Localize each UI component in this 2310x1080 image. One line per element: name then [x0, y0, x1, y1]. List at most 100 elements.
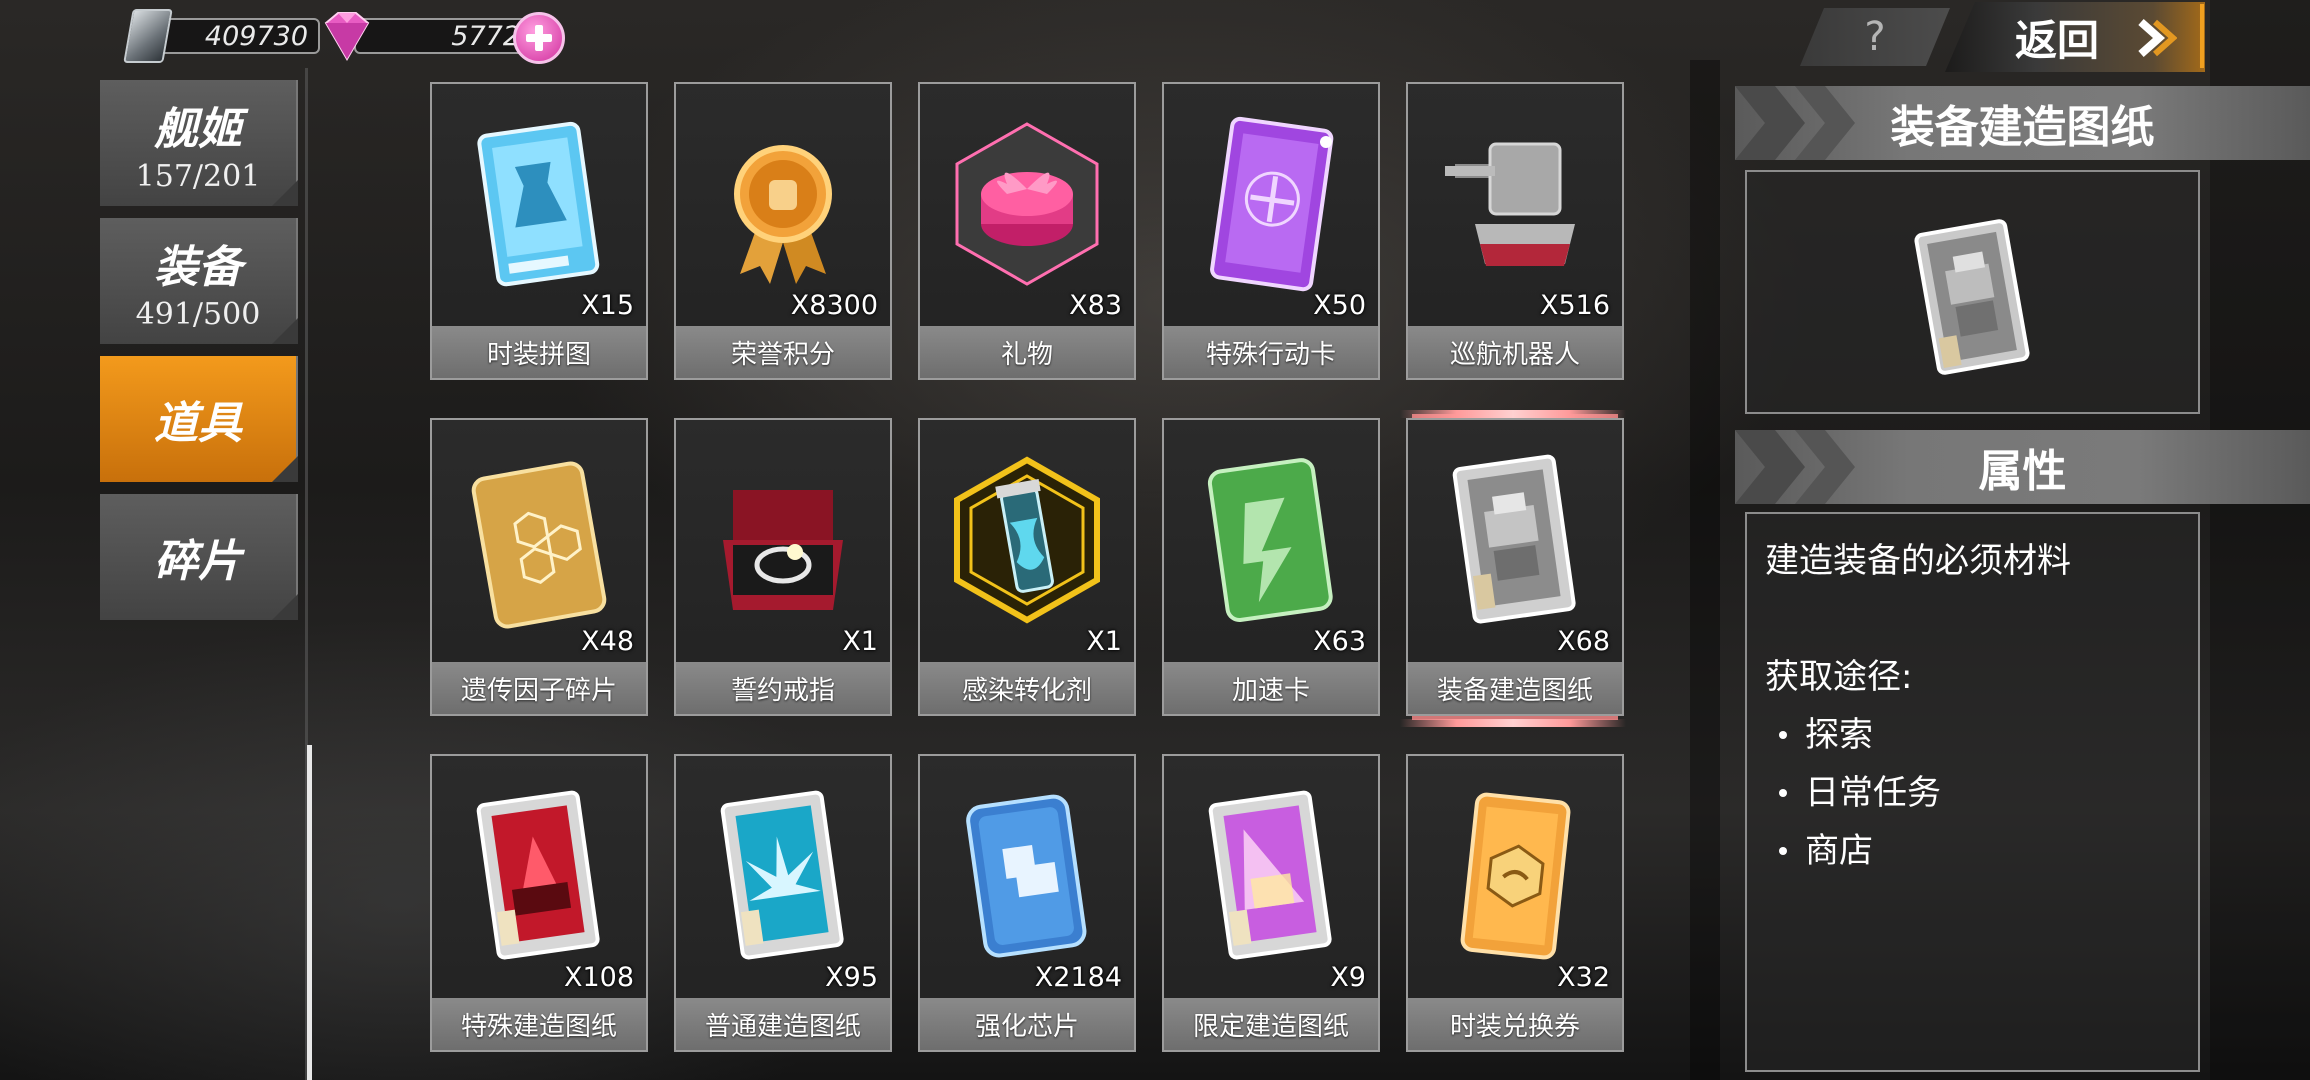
- item-quantity: X1: [1086, 626, 1122, 657]
- limited-blueprint-icon: [1208, 790, 1332, 960]
- detail-item-icon: [1902, 212, 2042, 386]
- item-art: [920, 420, 1134, 660]
- item-tile[interactable]: X32 时装兑换券: [1406, 754, 1624, 1052]
- cruise-robot-turret-icon: [1445, 142, 1575, 266]
- item-quantity: X95: [825, 962, 878, 993]
- bullet-icon: [1779, 789, 1787, 797]
- speedup-card-icon: [1207, 458, 1333, 623]
- costume-voucher-icon: [1460, 792, 1571, 960]
- tab-body: 碎片: [100, 494, 298, 620]
- item-tile[interactable]: X1 感染转化剂: [918, 418, 1136, 716]
- tab-count: 157/201: [135, 158, 261, 194]
- back-button-edge: [2200, 4, 2204, 68]
- source-item: 日常任务: [1765, 764, 2071, 822]
- item-quantity: X48: [581, 626, 634, 657]
- tab-label: 道具: [154, 398, 242, 449]
- special-operation-card-icon: [1210, 116, 1334, 292]
- item-name: 誓约戒指: [676, 662, 890, 714]
- item-name: 巡航机器人: [1408, 326, 1622, 378]
- item-art: [1408, 84, 1622, 324]
- item-art: [1408, 756, 1622, 996]
- item-name: 限定建造图纸: [1164, 998, 1378, 1050]
- item-tile[interactable]: X1 誓约戒指: [674, 418, 892, 716]
- tab-left-edge: [0, 80, 100, 206]
- item-art: [920, 756, 1134, 996]
- item-tile[interactable]: X68 装备建造图纸: [1406, 418, 1624, 716]
- tab-label: 舰姬: [154, 103, 242, 155]
- item-tile[interactable]: X15 时装拼图: [430, 82, 648, 380]
- item-art: [432, 756, 646, 996]
- item-art: [676, 84, 890, 324]
- tab-2[interactable]: 道具: [0, 356, 298, 482]
- item-art: [432, 420, 646, 660]
- fuel-icon: [123, 9, 173, 63]
- top-bar: 409730 5772 ? 返回: [0, 0, 2310, 72]
- bg-pillar-right: [2210, 0, 2310, 1080]
- item-tile[interactable]: X108 特殊建造图纸: [430, 754, 648, 1052]
- attribute-text: 建造装备的必须材料 获取途径: 探索 日常任务 商店: [1765, 532, 2071, 880]
- help-button[interactable]: ?: [1800, 8, 1950, 66]
- item-name: 时装兑换券: [1408, 998, 1622, 1050]
- item-tile[interactable]: X63 加速卡: [1162, 418, 1380, 716]
- item-tile[interactable]: X2184 强化芯片: [918, 754, 1136, 1052]
- tab-corner: [272, 594, 298, 620]
- item-quantity: X83: [1069, 290, 1122, 321]
- item-art: [676, 756, 890, 996]
- attribute-title: 属性: [1978, 446, 2067, 497]
- tab-corner: [272, 180, 298, 206]
- fuel-resource: 409730: [123, 9, 320, 63]
- item-tile[interactable]: X516 巡航机器人: [1406, 82, 1624, 380]
- bullet-icon: [1779, 731, 1787, 739]
- attribute-title-bar: 属性: [1735, 430, 2310, 504]
- item-quantity: X32: [1557, 962, 1610, 993]
- source-text: 日常任务: [1805, 773, 1941, 813]
- gem-icon: [324, 12, 370, 61]
- tab-body: 道具: [100, 356, 298, 482]
- item-name: 礼物: [920, 326, 1134, 378]
- item-quantity: X50: [1313, 290, 1366, 321]
- item-quantity: X9: [1330, 962, 1366, 993]
- gem-value: 5772: [354, 18, 532, 54]
- source-list: 探索日常任务商店: [1765, 706, 2071, 880]
- item-tile[interactable]: X83 礼物: [918, 82, 1136, 380]
- tab-body: 舰姬 157/201: [100, 80, 298, 206]
- item-name: 强化芯片: [920, 998, 1134, 1050]
- equipment-blueprint-icon: [1452, 454, 1576, 624]
- tab-3[interactable]: 碎片: [100, 494, 298, 620]
- costume-puzzle-card-icon: [477, 121, 600, 287]
- tab-0[interactable]: 舰姬 157/201: [0, 80, 298, 206]
- item-art: [1408, 420, 1622, 660]
- item-art: [1164, 756, 1378, 996]
- fuel-value: 409730: [150, 18, 320, 54]
- item-quantity: X63: [1313, 626, 1366, 657]
- tab-body: 装备 491/500: [100, 218, 298, 344]
- tab-1[interactable]: 装备 491/500: [100, 218, 298, 344]
- item-name: 加速卡: [1164, 662, 1378, 714]
- item-quantity: X1: [842, 626, 878, 657]
- item-name: 时装拼图: [432, 326, 646, 378]
- infection-converter-vial-icon: [954, 456, 1100, 624]
- tab-corner: [272, 318, 298, 344]
- enhance-chip-icon: [966, 794, 1087, 958]
- item-tile[interactable]: X50 特殊行动卡: [1162, 82, 1380, 380]
- tab-left-edge: [0, 356, 100, 482]
- add-gem-button[interactable]: [513, 12, 565, 64]
- source-item: 探索: [1765, 706, 2071, 764]
- scroll-indicator[interactable]: [307, 745, 312, 1080]
- item-quantity: X15: [581, 290, 634, 321]
- back-button[interactable]: 返回: [1945, 2, 2205, 72]
- tab-label: 碎片: [154, 536, 242, 587]
- item-name: 遗传因子碎片: [432, 662, 646, 714]
- item-quantity: X108: [563, 962, 634, 993]
- detail-preview: [1745, 170, 2200, 414]
- source-item: 商店: [1765, 822, 2071, 880]
- selection-glow-bottom: [1400, 719, 1626, 727]
- item-tile[interactable]: X8300 荣誉积分: [674, 82, 892, 380]
- item-tile[interactable]: X48 遗传因子碎片: [430, 418, 648, 716]
- item-art: [1164, 84, 1378, 324]
- item-tile[interactable]: X95 普通建造图纸: [674, 754, 892, 1052]
- item-quantity: X2184: [1034, 962, 1122, 993]
- tab-count: 491/500: [135, 296, 261, 332]
- item-tile[interactable]: X9 限定建造图纸: [1162, 754, 1380, 1052]
- equipment-blueprint-icon: [1914, 219, 2030, 375]
